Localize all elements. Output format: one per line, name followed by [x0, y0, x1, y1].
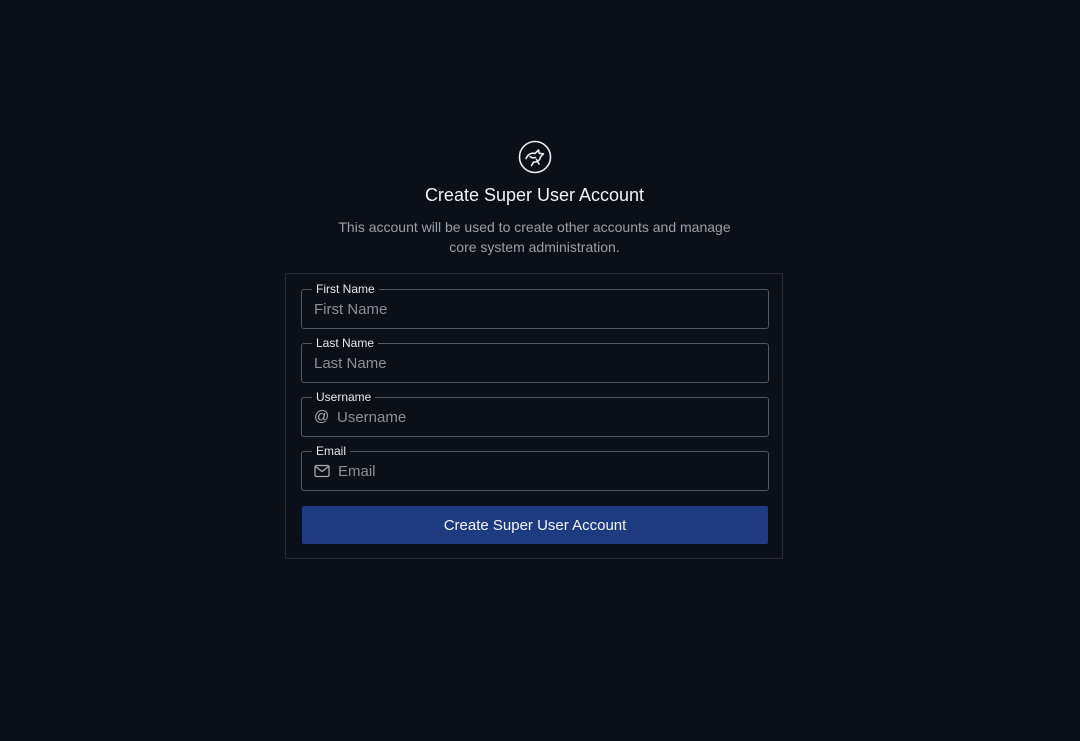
first-name-field: First Name [301, 282, 769, 329]
last-name-input[interactable] [314, 344, 758, 382]
username-field: Username @ [301, 390, 769, 437]
mail-icon [314, 464, 330, 478]
setup-page: Create Super User Account This account w… [0, 0, 1080, 741]
page-subtitle: This account will be used to create othe… [338, 219, 731, 255]
email-input[interactable] [338, 452, 758, 490]
first-name-input[interactable] [314, 290, 758, 328]
email-field: Email [301, 444, 769, 491]
signup-form: First Name Last Name Username @ Email Cr… [285, 273, 783, 559]
at-sign-icon: @ [314, 408, 330, 425]
app-logo-icon [518, 140, 552, 174]
username-input[interactable] [337, 398, 758, 436]
last-name-field: Last Name [301, 336, 769, 383]
page-title: Create Super User Account [424, 185, 645, 205]
create-account-button[interactable]: Create Super User Account [302, 506, 768, 544]
